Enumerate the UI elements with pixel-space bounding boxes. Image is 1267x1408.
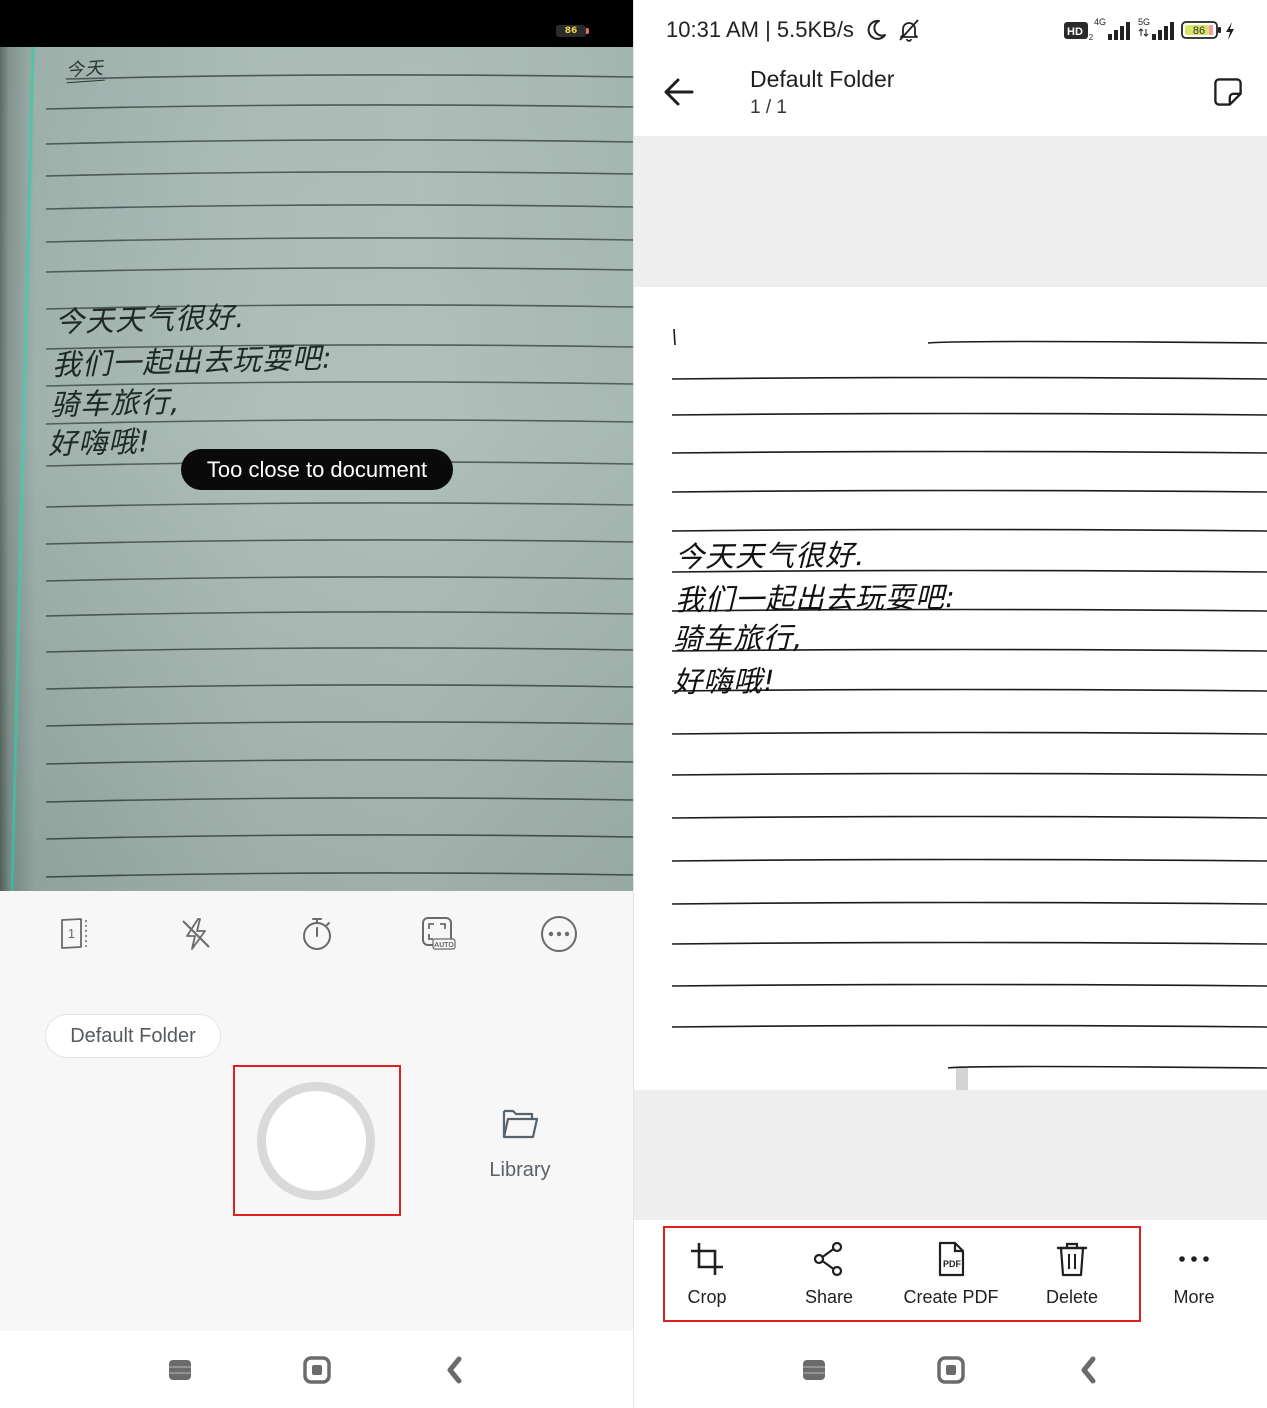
page-ruled-line <box>671 815 1267 819</box>
battery-icon: 86 <box>556 25 589 37</box>
page-ruled-line <box>671 376 1267 380</box>
auto-capture-button[interactable]: AUTO <box>418 914 458 954</box>
page-ruled-line <box>671 901 1267 905</box>
page-ruled-line <box>671 858 1267 862</box>
camera-handwriting-line: 今天天气很好. <box>54 300 246 339</box>
scanned-page[interactable]: 今天天气很好. 我们一起出去玩耍吧: 骑车旅行, 好嗨哦! <box>634 287 1267 1090</box>
page-handwriting-line: 今天天气很好. <box>674 538 866 574</box>
timer-icon <box>303 918 331 950</box>
page-ruled-line <box>671 941 1267 945</box>
recent-apps-icon <box>803 1360 825 1380</box>
library-label[interactable]: Library <box>470 1159 570 1182</box>
page-count-icon: 1 <box>61 918 87 949</box>
flash-off-icon <box>182 918 210 950</box>
camera-screen: 86 今天 今天天气很好. 我们一起出去玩耍吧: 骑车旅行, 好嗨哦! Too … <box>0 0 633 1408</box>
page-ruled-line <box>671 983 1267 987</box>
page-handwriting-line: 我们一起出去玩耍吧: <box>674 580 956 617</box>
back-icon <box>447 1356 462 1384</box>
page-ruled-line <box>671 731 1267 735</box>
page-ruled-line <box>947 1065 1267 1069</box>
highlight-box <box>663 1226 1141 1322</box>
back-icon <box>1081 1356 1096 1384</box>
more-options-icon <box>541 916 577 952</box>
page-ruled-line <box>927 340 1267 344</box>
charging-bolt-icon <box>1224 21 1236 41</box>
battery-level: 86 <box>1193 25 1205 37</box>
folder-icon <box>502 1109 539 1139</box>
bell-off-icon <box>896 17 922 43</box>
page-title: Default Folder <box>750 66 895 92</box>
home-button[interactable] <box>299 1352 335 1388</box>
page-count-button[interactable]: 1 <box>55 914 95 954</box>
more-options-button[interactable] <box>539 914 579 954</box>
home-icon <box>303 1356 331 1384</box>
recent-apps-button[interactable] <box>162 1352 198 1388</box>
battery-icon: 86 <box>1181 19 1223 41</box>
page-ruled-line <box>671 450 1267 454</box>
recent-apps-button[interactable] <box>796 1352 832 1388</box>
back-button[interactable] <box>438 1352 474 1388</box>
app-header: Default Folder 1 / 1 <box>634 47 1267 137</box>
screenshot-root: 86 今天 今天天气很好. 我们一起出去玩耍吧: 骑车旅行, 好嗨哦! Too … <box>0 0 1267 1408</box>
flash-toggle-button[interactable] <box>176 914 216 954</box>
more-horizontal-icon <box>1179 1256 1209 1262</box>
folder-selector-chip[interactable]: Default Folder <box>45 1014 221 1058</box>
library-button[interactable] <box>496 1101 544 1149</box>
moon-icon <box>864 18 888 42</box>
signal-4g-icon: 4G <box>1094 16 1134 42</box>
note-button[interactable] <box>1210 74 1246 110</box>
network-label-5g: 5G <box>1138 17 1150 27</box>
timer-button[interactable] <box>297 914 337 954</box>
signal-5g-icon: 5G <box>1138 16 1178 42</box>
back-button[interactable] <box>1072 1352 1108 1388</box>
status-bar: 10:31 AM | 5.5KB/s HD 2 4G 5G 86 <box>634 0 1267 47</box>
camera-handwriting-line: 骑车旅行, <box>49 384 181 422</box>
page-handwriting-line: 好嗨哦! <box>672 663 776 699</box>
auto-badge-text: AUTO <box>434 942 454 949</box>
camera-handwriting-line: 好嗨哦! <box>47 424 152 461</box>
page-handwriting-line: 骑车旅行, <box>672 620 804 656</box>
arrow-left-icon <box>664 78 694 106</box>
home-icon <box>937 1356 965 1384</box>
hd-label: HD <box>1067 26 1083 38</box>
camera-corner-note: 今天 <box>65 57 105 84</box>
home-button[interactable] <box>933 1352 969 1388</box>
battery-level: 86 <box>564 26 578 36</box>
auto-capture-icon: AUTO <box>422 917 456 950</box>
page-ruled-line <box>671 489 1267 493</box>
page-count-value: 1 <box>68 926 75 941</box>
more-button[interactable]: More <box>1134 1220 1254 1331</box>
document-screen: 10:31 AM | 5.5KB/s HD 2 4G 5G 86 Default… <box>634 0 1267 1408</box>
toast-message: Too close to document <box>181 449 453 490</box>
page-ruled-line <box>671 772 1267 776</box>
more-label: More <box>1173 1287 1215 1307</box>
hd-voice-icon: HD 2 <box>1064 20 1094 42</box>
status-bar: 86 <box>0 0 633 47</box>
page-artifact <box>956 1068 968 1090</box>
network-label-4g: 4G <box>1094 17 1106 27</box>
page-ruled-line <box>671 412 1267 416</box>
page-mark <box>673 328 676 346</box>
page-counter: 1 / 1 <box>750 97 787 118</box>
document-viewer[interactable]: 今天天气很好. 我们一起出去玩耍吧: 骑车旅行, 好嗨哦! <box>634 137 1267 1220</box>
page-ruled-line <box>671 1024 1267 1028</box>
sticky-note-icon <box>1214 78 1242 106</box>
recent-apps-icon <box>169 1360 191 1380</box>
page-ruled-line <box>671 528 1267 532</box>
highlight-box <box>233 1065 401 1216</box>
status-time-speed: 10:31 AM | 5.5KB/s <box>666 17 854 42</box>
back-arrow-button[interactable] <box>658 72 698 112</box>
